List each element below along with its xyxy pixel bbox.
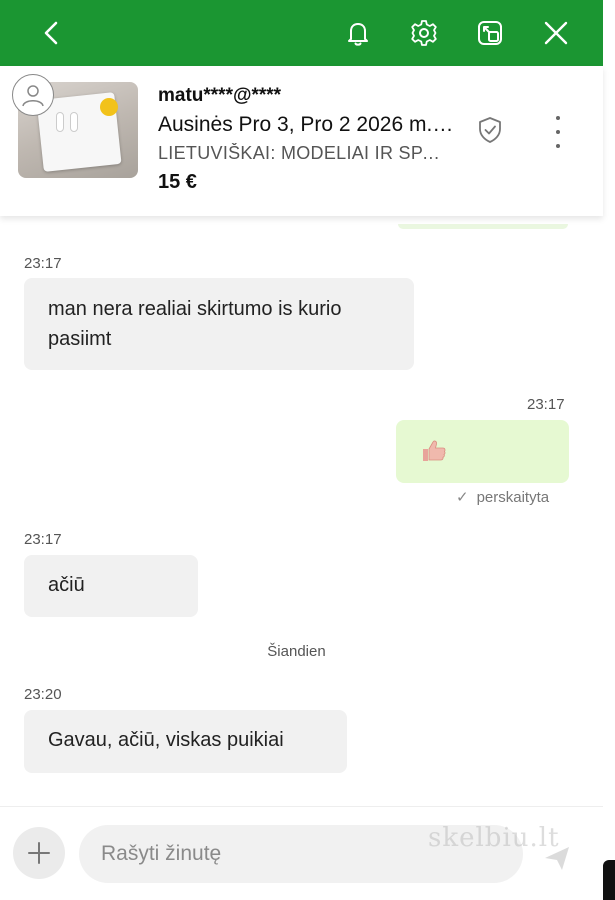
earbud-right	[70, 112, 78, 132]
more-dot	[556, 144, 560, 148]
listing-card[interactable]: matu****@**** Ausinės Pro 3, Pro 2 2026 …	[0, 66, 603, 216]
message-input[interactable]	[79, 825, 523, 883]
message-list[interactable]: 23:17 man nera realiai skirtumo is kurio…	[0, 216, 603, 806]
settings-icon	[411, 20, 437, 46]
close-button[interactable]	[532, 9, 580, 57]
sticker	[100, 98, 118, 116]
window-corner	[603, 860, 615, 900]
popout-icon	[478, 21, 502, 45]
more-dot	[556, 116, 560, 120]
close-icon	[544, 21, 568, 45]
avatar[interactable]	[12, 74, 54, 116]
back-button[interactable]	[28, 9, 76, 57]
message-time: 23:20	[24, 686, 62, 703]
back-icon	[44, 21, 58, 45]
composer: skelbiu.lt	[0, 806, 603, 900]
plus-icon	[28, 842, 50, 864]
window-edge	[603, 0, 615, 900]
more-options-button[interactable]	[545, 114, 571, 150]
seller-name: matu****@****	[158, 85, 282, 106]
day-separator: Šiandien	[267, 643, 326, 660]
check-icon: ✓	[456, 489, 469, 506]
attach-button[interactable]	[13, 827, 65, 879]
previous-message-edge	[398, 224, 568, 229]
send-icon[interactable]	[542, 843, 572, 873]
listing-title[interactable]: Ausinės Pro 3, Pro 2 2026 m. (AirPods)	[158, 113, 458, 137]
bell-icon	[348, 23, 368, 46]
message-time: 23:17	[24, 255, 62, 272]
message-time: 23:17	[527, 396, 565, 413]
message-time: 23:17	[24, 531, 62, 548]
user-icon	[22, 85, 44, 107]
read-status: perskaityta	[476, 489, 550, 506]
popout-button[interactable]	[466, 9, 514, 57]
shield-check-icon[interactable]	[474, 114, 506, 146]
incoming-message: man nera realiai skirtumo is kurio pasii…	[24, 278, 414, 370]
notifications-button[interactable]	[334, 9, 382, 57]
incoming-message: ačiū	[24, 555, 198, 617]
settings-button[interactable]	[400, 9, 448, 57]
earbud-left	[56, 112, 64, 132]
incoming-message: Gavau, ačiū, viskas puikiai	[24, 710, 347, 773]
thumbs-up-icon	[423, 440, 446, 461]
listing-price: 15 €	[158, 171, 197, 193]
listing-subtitle: LIETUVIŠKAI: MODELIAI IR SPALVOS	[158, 143, 443, 163]
chat-header-bar	[0, 0, 603, 66]
more-dot	[556, 130, 560, 134]
read-receipt: ✓ perskaityta	[456, 488, 549, 506]
